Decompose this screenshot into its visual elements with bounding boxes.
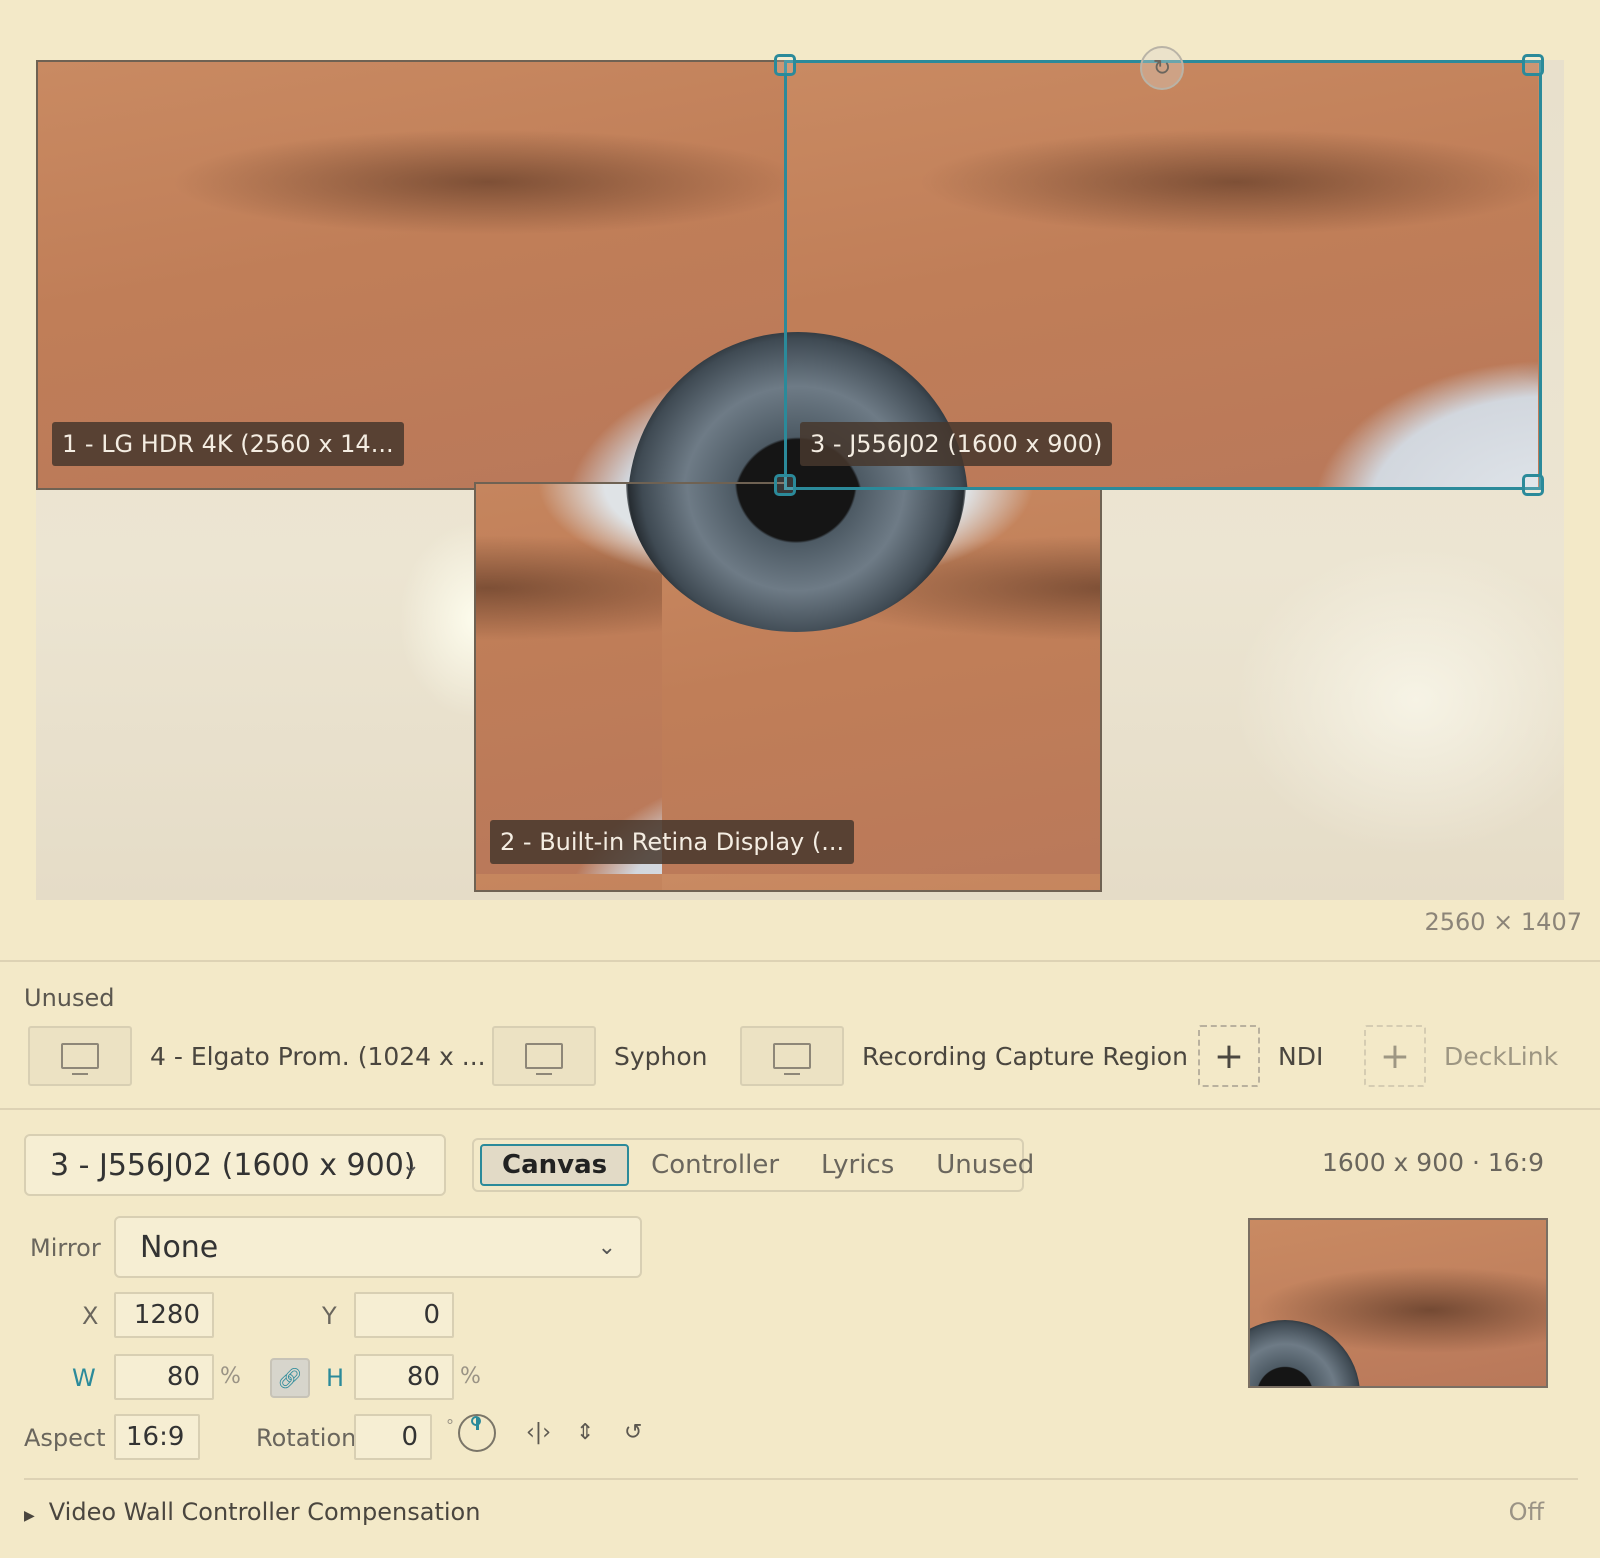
tab-lyrics[interactable]: Lyrics: [801, 1144, 914, 1186]
eye-iris-image: [1250, 1320, 1360, 1386]
unused-thumbnail: [740, 1026, 844, 1086]
eye-iris-image: [628, 332, 798, 488]
height-field[interactable]: 80: [354, 1354, 454, 1400]
x-field[interactable]: 1280: [114, 1292, 214, 1338]
resize-handle-top-left[interactable]: [774, 54, 796, 76]
unused-thumbnail: [28, 1026, 132, 1086]
display-select-value: 3 - J556J02 (1600 x 900): [50, 1147, 416, 1183]
flip-vertical-icon[interactable]: ⇕: [576, 1420, 594, 1445]
video-wall-status: Off: [1508, 1498, 1544, 1526]
rotation-label: Rotation: [256, 1424, 357, 1452]
video-wall-label: Video Wall Controller Compensation: [48, 1498, 481, 1526]
chevron-down-icon: ⌄: [597, 1234, 616, 1260]
percent-unit: %: [460, 1364, 481, 1389]
tab-bar: Canvas Controller Lyrics Unused: [472, 1138, 1034, 1192]
unused-item-label: NDI: [1278, 1041, 1324, 1071]
selection-outline: [784, 60, 1542, 490]
monitor-icon: [61, 1043, 99, 1075]
rotation-dial-icon[interactable]: [458, 1414, 496, 1452]
resize-handle-bottom-left[interactable]: [774, 474, 796, 496]
rotation-field[interactable]: 0: [354, 1414, 432, 1460]
resize-handle-top-right[interactable]: [1522, 54, 1544, 76]
unused-item-recording-capture[interactable]: Recording Capture Region: [740, 1024, 1188, 1088]
divider: [24, 1478, 1578, 1480]
aspect-label: Aspect: [24, 1424, 106, 1452]
y-label: Y: [322, 1302, 337, 1330]
mirror-select[interactable]: None ⌄: [114, 1216, 642, 1278]
x-label: X: [82, 1302, 99, 1330]
plus-icon: +: [1364, 1025, 1426, 1087]
unused-item-label: Syphon: [614, 1041, 708, 1071]
display-select[interactable]: 3 - J556J02 (1600 x 900) ⌄: [24, 1134, 446, 1196]
flip-horizontal-icon[interactable]: ‹|›: [526, 1420, 551, 1445]
unused-item-label: 4 - Elgato Prom. (1024 x ...: [150, 1041, 486, 1071]
mirror-select-value: None: [140, 1229, 219, 1265]
add-ndi-button[interactable]: + NDI: [1198, 1024, 1323, 1088]
dimensions-label: 1600 x 900 · 16:9: [1321, 1148, 1544, 1177]
tab-controller[interactable]: Controller: [631, 1144, 799, 1186]
y-field[interactable]: 0: [354, 1292, 454, 1338]
reset-rotation-icon[interactable]: ↺: [624, 1420, 642, 1445]
degree-unit: °: [446, 1416, 454, 1435]
mirror-label: Mirror: [30, 1234, 101, 1262]
resize-handle-bottom-right[interactable]: [1522, 474, 1544, 496]
tab-unused[interactable]: Unused: [916, 1144, 1054, 1186]
disclosure-triangle-icon: ▶: [24, 1508, 35, 1524]
aspect-field[interactable]: 16:9: [114, 1414, 200, 1460]
percent-unit: %: [220, 1364, 241, 1389]
display-1-label: 1 - LG HDR 4K (2560 x 14...: [52, 422, 404, 466]
h-label: H: [326, 1364, 345, 1392]
plus-icon: +: [1198, 1025, 1260, 1087]
add-decklink-button[interactable]: + DeckLink: [1364, 1024, 1558, 1088]
w-label: W: [72, 1364, 96, 1392]
unused-title: Unused: [24, 984, 115, 1012]
unused-item-label: DeckLink: [1444, 1041, 1559, 1071]
tab-canvas[interactable]: Canvas: [480, 1144, 630, 1186]
chevron-down-icon: ⌄: [401, 1152, 420, 1178]
rotate-handle-icon[interactable]: ↻: [1140, 46, 1184, 90]
display-2-label: 2 - Built-in Retina Display (...: [490, 820, 855, 864]
monitor-icon: [773, 1043, 811, 1075]
divider: [0, 1108, 1600, 1110]
unused-item-elgato[interactable]: 4 - Elgato Prom. (1024 x ...: [28, 1024, 486, 1088]
width-field[interactable]: 80: [114, 1354, 214, 1400]
divider: [0, 960, 1600, 962]
canvas-area[interactable]: 1 - LG HDR 4K (2560 x 14... 2 - Built-in…: [36, 46, 1564, 900]
canvas-size-label: 2560 × 1407: [1424, 908, 1582, 936]
output-preview-thumbnail: [1248, 1218, 1548, 1388]
unused-item-syphon[interactable]: Syphon: [492, 1024, 708, 1088]
link-icon: 🔗︎: [277, 1366, 303, 1390]
monitor-icon: [525, 1043, 563, 1075]
unused-item-label: Recording Capture Region: [862, 1041, 1188, 1071]
unused-thumbnail: [492, 1026, 596, 1086]
display-2-region[interactable]: 2 - Built-in Retina Display (...: [474, 482, 1102, 892]
video-wall-compensation-toggle[interactable]: ▶ Video Wall Controller Compensation: [24, 1498, 480, 1526]
display-1-region[interactable]: 1 - LG HDR 4K (2560 x 14...: [36, 60, 800, 490]
link-aspect-button[interactable]: 🔗︎: [270, 1358, 310, 1398]
